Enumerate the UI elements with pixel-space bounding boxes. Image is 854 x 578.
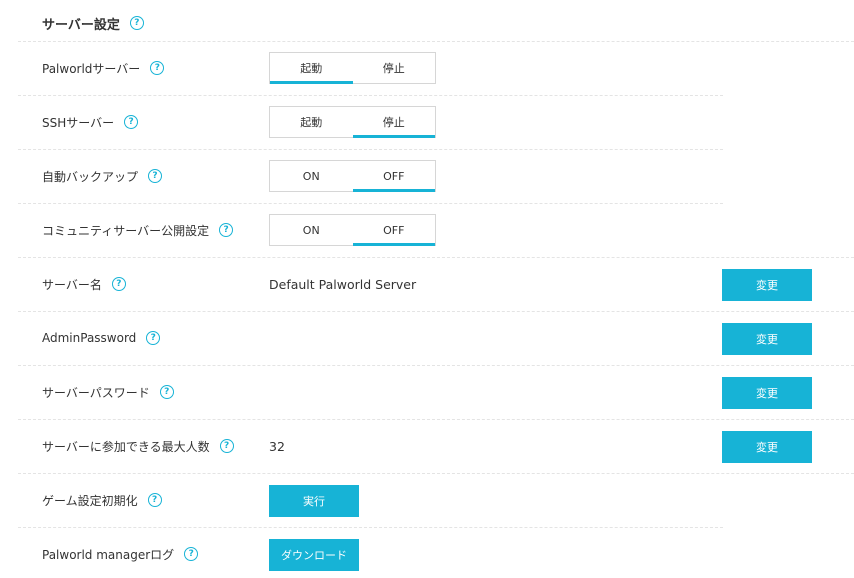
divider (18, 365, 854, 366)
help-icon[interactable]: ? (219, 223, 234, 237)
row-label-max-players: サーバーに参加できる最大人数 ? (42, 436, 234, 456)
toggle-option-stop[interactable]: 停止 (353, 53, 436, 83)
row-label-text: ゲーム設定初期化 (42, 493, 138, 508)
row-label-game-settings-reset: ゲーム設定初期化 ? (42, 490, 162, 510)
help-icon[interactable]: ? (147, 493, 162, 507)
row-label-community-server: コミュニティサーバー公開設定 ? (42, 220, 234, 240)
row-label-server-password: サーバーパスワード ? (42, 382, 174, 402)
row-label-ssh-server: SSHサーバー ? (42, 112, 139, 132)
toggle-option-on[interactable]: ON (270, 215, 353, 245)
change-max-players-button[interactable]: 変更 (722, 431, 812, 463)
row-label-manager-log: Palworld managerログ ? (42, 544, 199, 564)
ssh-server-toggle[interactable]: 起動 停止 (269, 106, 436, 138)
auto-backup-toggle[interactable]: ON OFF (269, 160, 436, 192)
change-admin-password-button[interactable]: 変更 (722, 323, 812, 355)
community-server-toggle[interactable]: ON OFF (269, 214, 436, 246)
divider (18, 527, 723, 528)
row-label-text: AdminPassword (42, 331, 137, 345)
row-label-text: Palworldサーバー (42, 61, 141, 76)
divider (18, 149, 723, 150)
toggle-option-off[interactable]: OFF (352, 215, 436, 246)
row-label-text: コミュニティサーバー公開設定 (42, 223, 210, 238)
divider (18, 419, 854, 420)
row-label-text: サーバーに参加できる最大人数 (42, 439, 210, 454)
divider (18, 257, 854, 258)
help-icon[interactable]: ? (129, 16, 144, 30)
row-label-text: サーバーパスワード (42, 385, 150, 400)
palworld-server-toggle[interactable]: 起動 停止 (269, 52, 436, 84)
help-icon[interactable]: ? (148, 169, 163, 183)
divider (18, 473, 854, 474)
row-label-text: Palworld managerログ (42, 547, 175, 562)
help-icon[interactable]: ? (111, 277, 126, 291)
row-label-text: SSHサーバー (42, 115, 115, 130)
download-log-button[interactable]: ダウンロード (269, 539, 359, 571)
row-label-server-name: サーバー名 ? (42, 274, 126, 294)
row-label-text: サーバー名 (42, 277, 102, 292)
help-icon[interactable]: ? (219, 439, 234, 453)
toggle-option-start[interactable]: 起動 (270, 53, 353, 84)
help-icon[interactable]: ? (124, 115, 139, 129)
max-players-value: 32 (269, 438, 285, 454)
toggle-option-stop[interactable]: 停止 (352, 107, 436, 138)
toggle-option-on[interactable]: ON (270, 161, 353, 191)
help-icon[interactable]: ? (146, 331, 161, 345)
section-header: サーバー設定 ? (42, 11, 144, 35)
divider (18, 41, 854, 42)
help-icon[interactable]: ? (184, 547, 199, 561)
toggle-option-off[interactable]: OFF (352, 161, 436, 192)
divider (18, 95, 723, 96)
row-label-admin-password: AdminPassword ? (42, 328, 161, 348)
help-icon[interactable]: ? (159, 385, 174, 399)
execute-reset-button[interactable]: 実行 (269, 485, 359, 517)
change-server-name-button[interactable]: 変更 (722, 269, 812, 301)
divider (18, 311, 854, 312)
row-label-auto-backup: 自動バックアップ ? (42, 166, 163, 186)
help-icon[interactable]: ? (150, 61, 165, 75)
toggle-option-start[interactable]: 起動 (270, 107, 353, 137)
change-server-password-button[interactable]: 変更 (722, 377, 812, 409)
row-label-palworld-server: Palworldサーバー ? (42, 58, 165, 78)
row-label-text: 自動バックアップ (42, 169, 139, 184)
server-name-value: Default Palworld Server (269, 276, 417, 292)
divider (18, 203, 723, 204)
section-title: サーバー設定 (42, 17, 120, 33)
